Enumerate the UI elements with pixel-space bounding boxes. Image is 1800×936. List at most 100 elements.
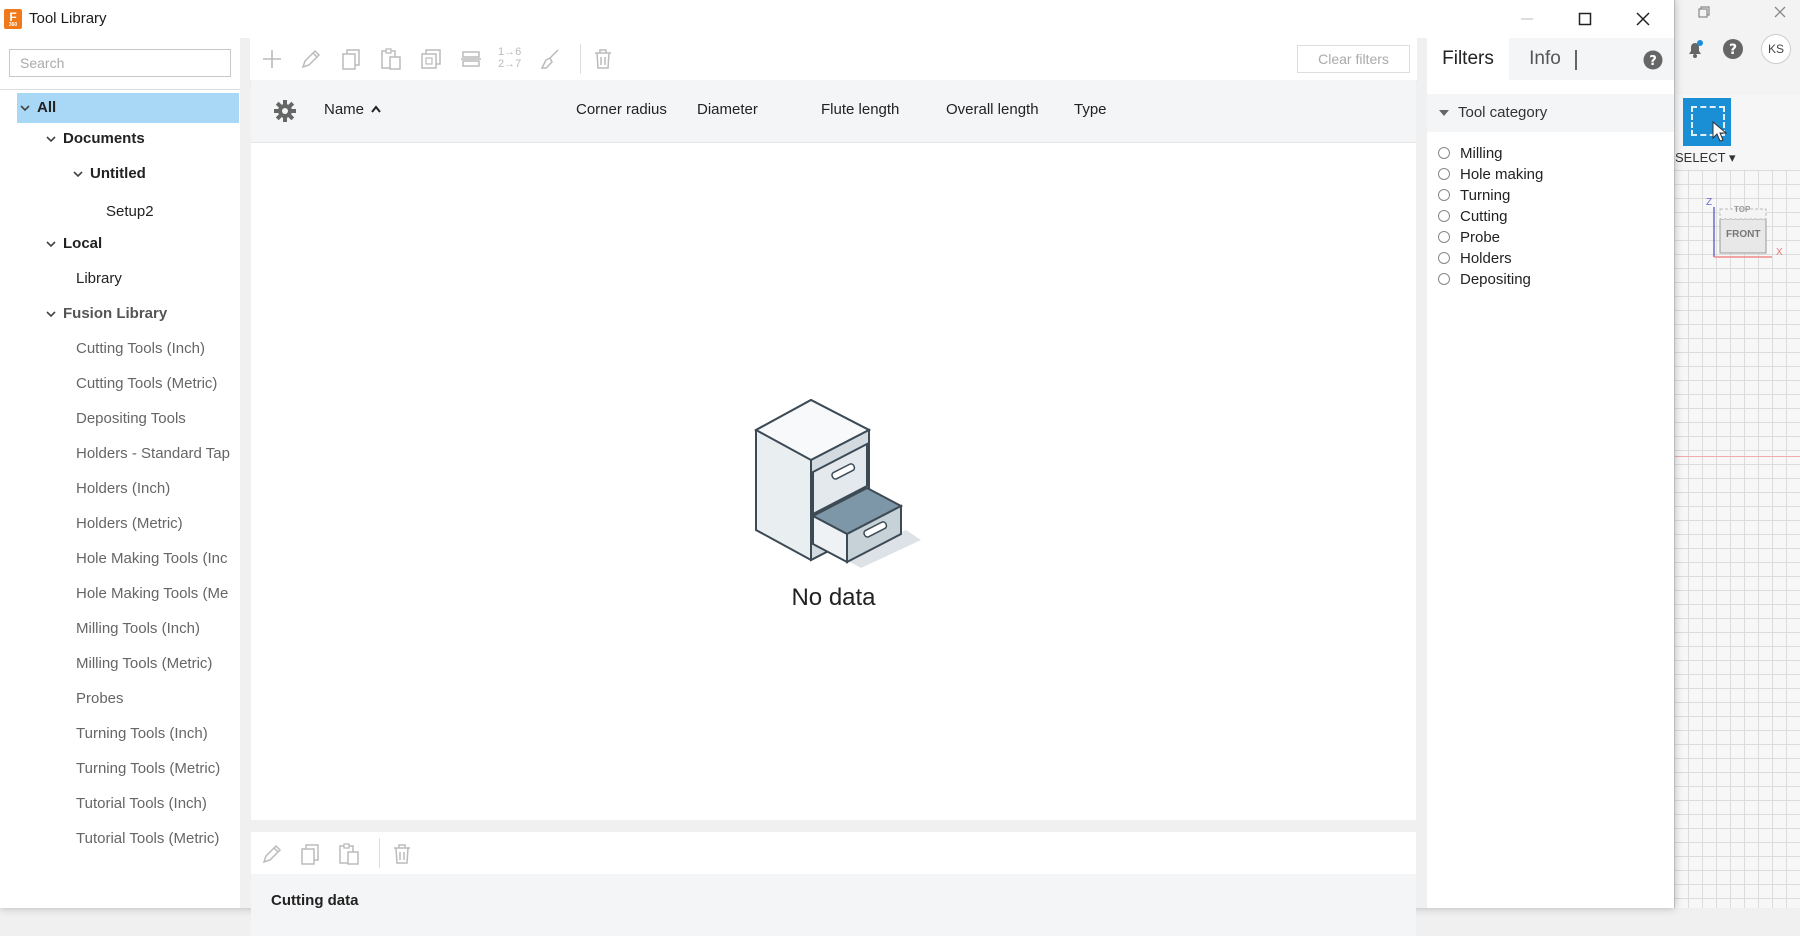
category-option-depositing[interactable]: Depositing bbox=[1438, 269, 1531, 289]
clear-filters-button[interactable]: Clear filters bbox=[1297, 45, 1410, 73]
radio-button[interactable] bbox=[1438, 168, 1450, 180]
3d-viewport-grid[interactable] bbox=[1674, 170, 1800, 908]
column-header-type[interactable]: Type bbox=[1074, 101, 1107, 118]
tree-node-fusion-item[interactable]: Holders (Metric) bbox=[76, 509, 183, 539]
plus-icon[interactable] bbox=[260, 47, 284, 71]
radio-button[interactable] bbox=[1438, 252, 1450, 264]
cutting-data-header: Cutting data bbox=[251, 874, 1416, 936]
notification-bell-icon[interactable] bbox=[1684, 38, 1706, 60]
tree-node-fusion-item[interactable]: Cutting Tools (Inch) bbox=[76, 334, 205, 364]
column-header-diameter[interactable]: Diameter bbox=[697, 101, 758, 118]
filters-pane: Filters Info ? Tool category Milling Hol… bbox=[1427, 38, 1674, 908]
select-tool-button[interactable] bbox=[1683, 98, 1731, 146]
title-bar[interactable]: F 360 Tool Library bbox=[0, 0, 1674, 38]
category-label: Turning bbox=[1460, 186, 1511, 204]
tree-node-fusion-item[interactable]: Probes bbox=[76, 684, 124, 714]
right-splitter[interactable] bbox=[1417, 38, 1427, 908]
edit-icon[interactable] bbox=[299, 47, 323, 71]
column-header-overall-length[interactable]: Overall length bbox=[946, 101, 1039, 118]
tree-node-all[interactable]: All bbox=[17, 93, 239, 123]
tree-node-fusion-item[interactable]: Cutting Tools (Metric) bbox=[76, 369, 217, 399]
radio-button[interactable] bbox=[1438, 210, 1450, 222]
select-tool-label[interactable]: SELECT ▾ bbox=[1675, 150, 1735, 166]
axis-z-label: Z bbox=[1706, 197, 1713, 208]
table-header: Name Corner radius Diameter Flute length… bbox=[251, 80, 1416, 143]
category-option-probe[interactable]: Probe bbox=[1438, 227, 1500, 247]
left-splitter[interactable] bbox=[240, 38, 250, 908]
category-label: Milling bbox=[1460, 144, 1503, 162]
tab-info[interactable]: Info bbox=[1509, 38, 1581, 80]
cutting-data-title: Cutting data bbox=[271, 892, 359, 909]
tree-node-fusion-item[interactable]: Hole Making Tools (Me bbox=[76, 579, 228, 609]
toolbar-separator bbox=[580, 44, 581, 74]
category-option-turning[interactable]: Turning bbox=[1438, 185, 1510, 205]
tree-node-fusion-item[interactable]: Depositing Tools bbox=[76, 404, 186, 434]
renumber-icon[interactable]: 1→6 2→7 bbox=[498, 46, 528, 71]
close-icon[interactable] bbox=[1772, 4, 1788, 25]
tree-node-label: Library bbox=[76, 270, 122, 287]
edit-icon[interactable] bbox=[260, 842, 284, 866]
tree-node-label: Fusion Library bbox=[63, 305, 168, 322]
copy-icon[interactable] bbox=[339, 47, 363, 71]
category-option-cutting[interactable]: Cutting bbox=[1438, 206, 1508, 226]
user-avatar[interactable]: KS bbox=[1761, 34, 1791, 64]
category-option-milling[interactable]: Milling bbox=[1438, 143, 1503, 163]
column-header-flute-length[interactable]: Flute length bbox=[821, 101, 899, 118]
tree-node-setup2[interactable]: Setup2 bbox=[106, 197, 154, 227]
tree-divider bbox=[0, 89, 240, 90]
duplicate-icon[interactable] bbox=[419, 47, 443, 71]
tree-node-fusion-item[interactable]: Milling Tools (Metric) bbox=[76, 649, 212, 679]
category-option-hole-making[interactable]: Hole making bbox=[1438, 164, 1543, 184]
radio-button[interactable] bbox=[1438, 189, 1450, 201]
radio-button[interactable] bbox=[1438, 273, 1450, 285]
chevron-down-icon bbox=[73, 171, 83, 178]
tool-category-header[interactable]: Tool category bbox=[1427, 94, 1674, 132]
search-input[interactable] bbox=[9, 49, 231, 77]
help-icon[interactable]: ? bbox=[1643, 50, 1663, 70]
radio-button[interactable] bbox=[1438, 231, 1450, 243]
chevron-down-icon bbox=[46, 241, 56, 248]
paste-icon[interactable] bbox=[379, 47, 403, 71]
maximize-button[interactable] bbox=[1556, 0, 1614, 38]
tools-toolbar: 1→6 2→7 Clear filters bbox=[250, 38, 1417, 81]
merge-icon[interactable] bbox=[459, 47, 483, 71]
tree-node-fusion-item[interactable]: Hole Making Tools (Inc bbox=[76, 544, 227, 574]
cutting-data-panel: Cutting data bbox=[251, 832, 1416, 936]
maximize-icon bbox=[1578, 12, 1592, 26]
tree-node-fusion-item[interactable]: Turning Tools (Inch) bbox=[76, 719, 208, 749]
viewcube[interactable]: Z TOP FRONT X bbox=[1706, 197, 1783, 267]
tree-node-fusion-item[interactable]: Tutorial Tools (Inch) bbox=[76, 789, 207, 819]
tree-node-fusion-item[interactable]: Holders - Standard Tap bbox=[76, 439, 230, 469]
column-header-corner-radius[interactable]: Corner radius bbox=[576, 101, 667, 118]
tab-filters[interactable]: Filters bbox=[1427, 38, 1509, 80]
tree-node-label: Untitled bbox=[90, 165, 146, 182]
minimize-button[interactable] bbox=[1498, 0, 1556, 38]
tree-node-fusion-item[interactable]: Holders (Inch) bbox=[76, 474, 170, 504]
tools-center-pane: 1→6 2→7 Clear filters Name Corner radius… bbox=[250, 38, 1417, 936]
column-header-name[interactable]: Name bbox=[324, 101, 382, 118]
delete-icon[interactable] bbox=[591, 47, 615, 71]
category-label: Probe bbox=[1460, 228, 1501, 246]
tree-node-fusion-item[interactable]: Tutorial Tools (Metric) bbox=[76, 824, 219, 854]
category-option-holders[interactable]: Holders bbox=[1438, 248, 1512, 268]
copy-icon[interactable] bbox=[298, 842, 322, 866]
horizontal-splitter[interactable] bbox=[250, 820, 1417, 832]
svg-text:?: ? bbox=[1729, 42, 1737, 58]
gear-icon[interactable] bbox=[274, 100, 296, 122]
close-icon bbox=[1636, 12, 1650, 26]
tree-node-fusion-item[interactable]: Milling Tools (Inch) bbox=[76, 614, 200, 644]
help-icon[interactable]: ? bbox=[1722, 38, 1744, 60]
category-label: Hole making bbox=[1460, 165, 1544, 183]
radio-button[interactable] bbox=[1438, 147, 1450, 159]
minimize-icon bbox=[1521, 18, 1533, 20]
delete-icon[interactable] bbox=[390, 842, 414, 866]
close-button[interactable] bbox=[1614, 0, 1672, 38]
tab-separator bbox=[1575, 50, 1577, 70]
restore-icon[interactable] bbox=[1696, 4, 1712, 25]
background-app-window: ? KS SELECT ▾ Z TOP FRONT X bbox=[1674, 0, 1800, 908]
tree-node-fusion-item[interactable]: Turning Tools (Metric) bbox=[76, 754, 220, 784]
category-label: Cutting bbox=[1460, 207, 1508, 225]
paste-icon[interactable] bbox=[337, 842, 361, 866]
cleanup-brush-icon[interactable] bbox=[538, 47, 562, 71]
tree-node-library[interactable]: Library bbox=[76, 264, 122, 294]
